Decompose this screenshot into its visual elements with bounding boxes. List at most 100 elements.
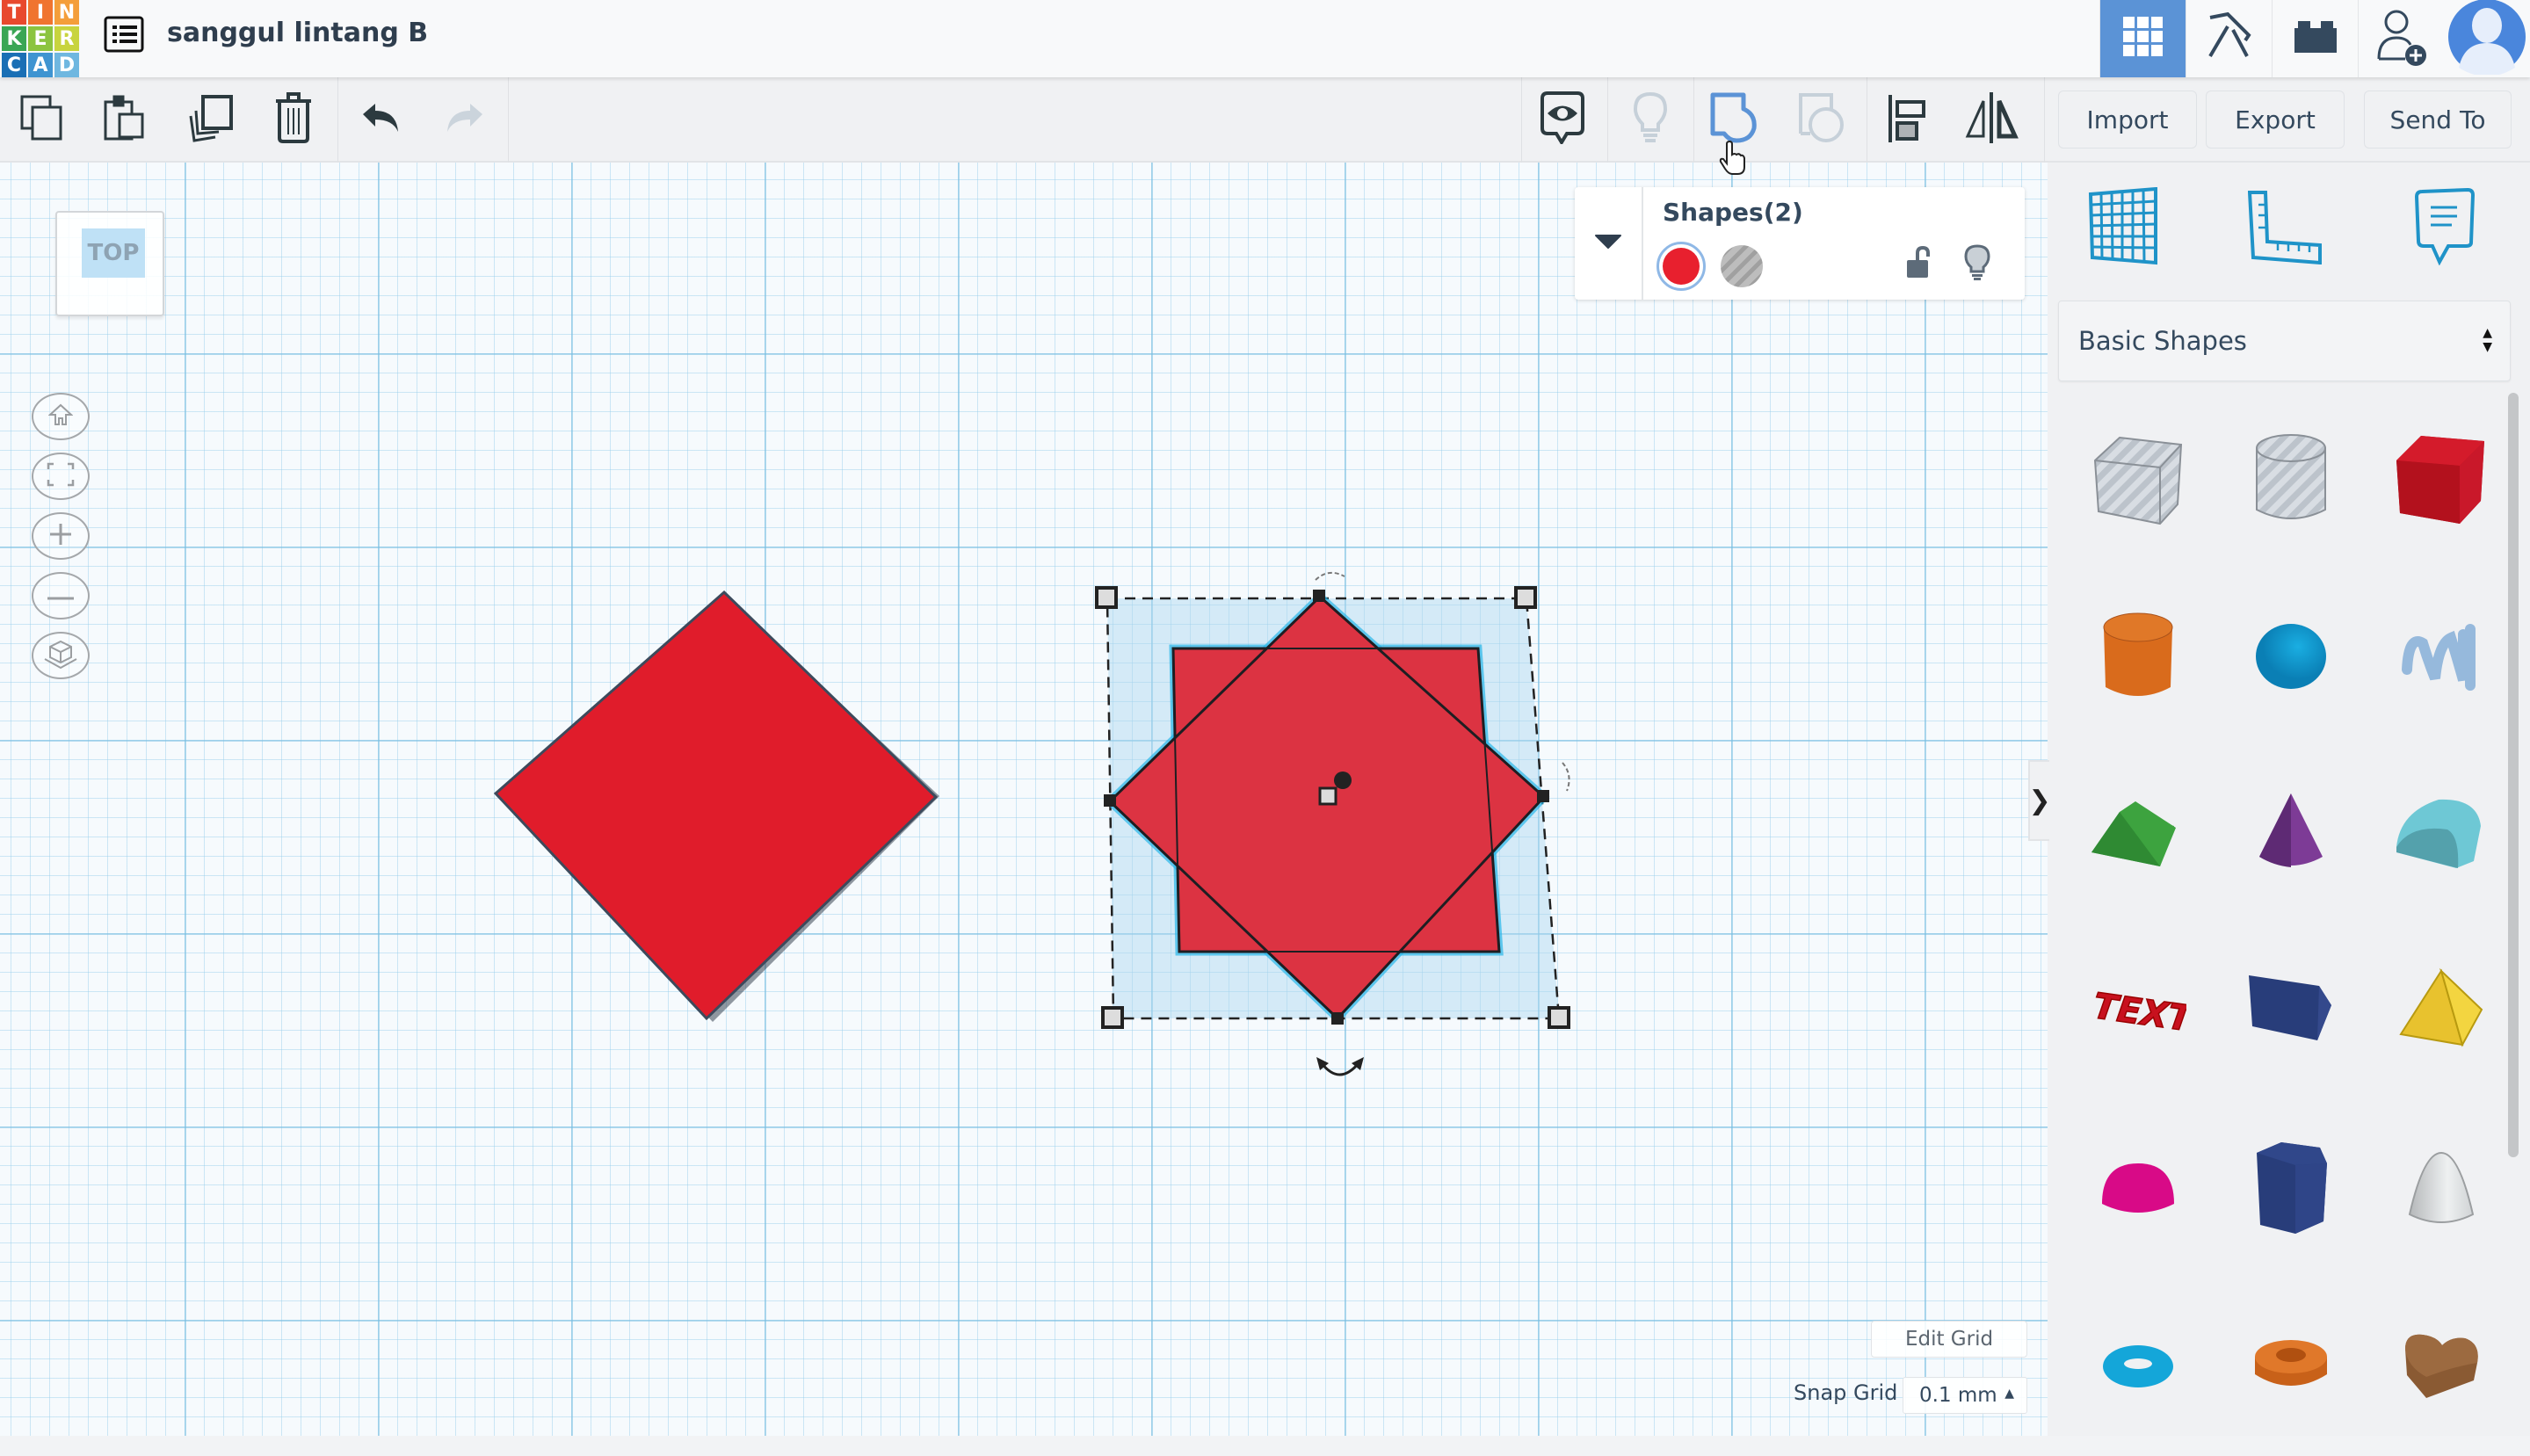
copy-button[interactable] [16,93,69,146]
resize-handle[interactable] [1095,586,1118,609]
hole-button[interactable] [1721,245,1763,287]
design-title[interactable]: sanggul lintang B [167,18,428,48]
shape-item-sphere[interactable] [2216,570,2366,746]
shape-item-half-sphere[interactable] [2063,1103,2213,1279]
paste-button[interactable] [98,93,151,146]
mirror-button[interactable] [1965,92,2019,146]
logo-letter: N [54,0,79,25]
lock-button[interactable] [1900,245,1935,284]
workplane-tool-button[interactable] [2084,186,2164,268]
codeblocks-view-button[interactable] [2186,0,2272,77]
list-icon[interactable] [104,16,144,53]
logo-letter: C [2,53,26,77]
view-cube-top-face[interactable]: TOP [82,228,145,278]
home-view-button[interactable] [32,393,90,440]
shape-item-wedge[interactable] [2216,925,2366,1101]
edge-handle[interactable] [1104,794,1116,807]
lightbulb-icon [1964,244,1990,285]
shape-category-select[interactable]: Basic Shapes ▲ ▼ [2058,301,2511,381]
panel-collapse-tab[interactable]: ❯ [2028,760,2051,841]
shape-item-cone[interactable] [2216,748,2366,924]
shape-item-scribble[interactable] [2367,570,2516,746]
3d-design-view-button[interactable] [2099,0,2186,77]
hand-cursor-icon [1718,140,1746,179]
invite-user-button[interactable] [2358,0,2444,77]
inspector-collapse-button[interactable] [1575,187,1643,300]
rotate-handle-right[interactable] [1562,762,1570,792]
height-handle[interactable] [1334,771,1352,789]
wedge-icon [2247,972,2335,1054]
shape-item-text[interactable]: TEXT [2063,925,2213,1101]
shape-category-value: Basic Shapes [2078,326,2247,356]
zoom-in-button[interactable] [32,512,90,560]
perspective-toggle-button[interactable] [32,632,90,679]
logo-letter: A [28,53,53,77]
logo-letter: K [2,26,26,51]
home-icon [47,403,74,430]
library-scrollbar[interactable] [2508,393,2519,1157]
diamond-shape[interactable] [493,590,939,1022]
fit-view-button[interactable] [32,453,90,500]
redo-button[interactable] [438,93,490,146]
group-icon [1710,91,1759,148]
shape-item-pyramid[interactable] [2367,925,2516,1101]
undo-button[interactable] [355,93,408,146]
zoom-in-icon [48,522,73,550]
shape-item-tube[interactable] [2216,1280,2366,1456]
notes-icon [2414,187,2476,269]
notes-tool-button[interactable] [2406,187,2485,269]
logo-letter: R [54,26,79,51]
shape-item-box-hole[interactable] [2063,393,2213,569]
group-button[interactable] [1708,91,1761,148]
visibility-button[interactable] [1960,244,1995,285]
tinkercad-logo[interactable]: TIN KER CAD [2,0,79,77]
ruler-tool-button[interactable] [2245,189,2324,268]
shape-item-torus[interactable] [2063,1280,2213,1456]
edit-grid-button[interactable]: Edit Grid [1871,1321,2027,1358]
duplicate-button[interactable] [185,93,237,146]
shape-item-round-roof[interactable] [2367,748,2516,924]
shape-item-box[interactable] [2367,393,2516,569]
paste-icon [104,93,146,146]
shape-item-heart[interactable] [2367,1280,2516,1456]
shape-item-paraboloid[interactable] [2367,1103,2516,1279]
eye-note-icon [1540,91,1584,148]
rotate-handle-top[interactable] [1315,571,1345,581]
bricks-view-button[interactable] [2272,0,2358,77]
undo-icon [361,102,402,137]
edge-handle[interactable] [1313,590,1325,602]
send-to-button[interactable]: Send To [2364,91,2512,148]
rotate-handle-bottom[interactable] [1316,1057,1364,1076]
edge-handle[interactable] [1537,790,1549,802]
show-all-button[interactable] [1624,91,1677,146]
align-button[interactable] [1881,93,1933,146]
toolbar-divider [1607,77,1608,163]
roof-icon [2090,794,2186,877]
shape-item-cylinder-hole[interactable] [2216,393,2366,569]
snap-grid-select[interactable]: 0.1 mm ▲ [1903,1377,2027,1414]
zoom-out-button[interactable] [32,572,90,619]
shape-item-polygon[interactable] [2216,1103,2366,1279]
box-hole-icon [2090,431,2186,531]
shape-item-roof[interactable] [2063,748,2213,924]
delete-button[interactable] [267,92,320,146]
import-button[interactable]: Import [2058,91,2197,148]
shape-item-cylinder[interactable] [2063,570,2213,746]
profile-avatar[interactable] [2444,0,2530,77]
resize-handle[interactable] [1101,1006,1124,1029]
unlock-icon [1905,245,1930,283]
selection-group[interactable] [1095,571,1570,1076]
solid-color-button[interactable] [1656,242,1706,291]
resize-handle[interactable] [1514,586,1537,609]
edge-handle[interactable] [1331,1012,1344,1025]
center-handle[interactable] [1318,786,1337,806]
workplane-canvas[interactable]: TOP Shapes(2) Edit Grid Snap Grid 0.1 mm [0,163,2048,1436]
redo-icon [444,102,484,137]
resize-handle[interactable] [1548,1006,1570,1029]
view-cube[interactable]: TOP [55,211,164,316]
ungroup-button[interactable] [1796,93,1849,146]
notes-toggle-button[interactable] [1536,91,1589,148]
torus-icon [2099,1340,2178,1396]
perspective-icon [43,638,78,673]
export-button[interactable]: Export [2206,91,2345,148]
